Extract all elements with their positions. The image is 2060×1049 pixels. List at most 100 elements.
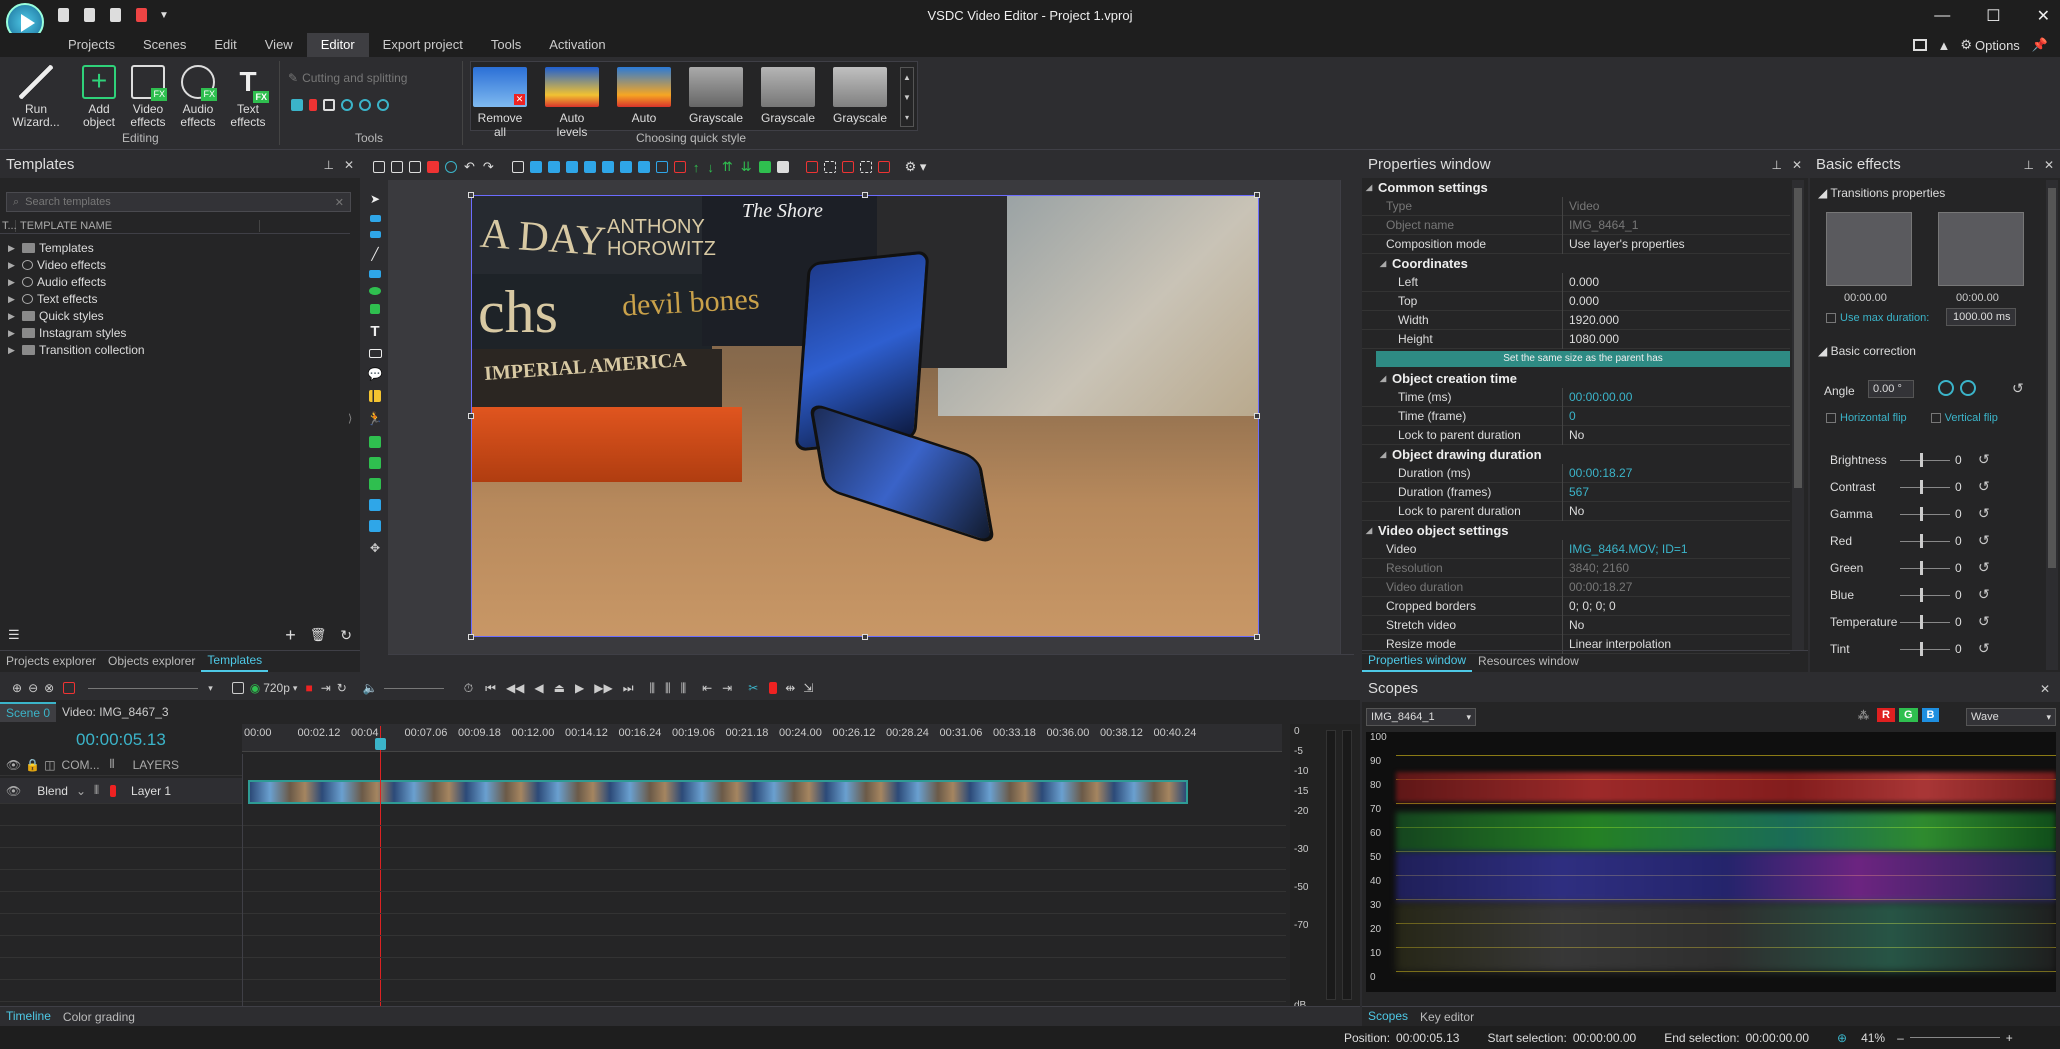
rectangle-select-icon[interactable]: [369, 215, 381, 222]
zoom-slider[interactable]: [1909, 1037, 2000, 1038]
menu-editor[interactable]: Editor: [306, 33, 369, 57]
snap-icon[interactable]: [841, 161, 854, 173]
gamma-slider[interactable]: Gamma 0 ↺: [1820, 504, 1990, 524]
go-end-icon[interactable]: ⏭: [623, 681, 634, 696]
rectangle-icon[interactable]: [369, 270, 381, 278]
subtitles-icon[interactable]: [368, 349, 382, 358]
resolution-dropdown-icon[interactable]: ▾: [293, 683, 298, 694]
zoom-in-icon[interactable]: ⊕: [12, 681, 22, 695]
close-icon[interactable]: ✕: [2044, 158, 2054, 172]
pin-icon[interactable]: ⊥: [2023, 158, 2033, 172]
lock-parent-select-1[interactable]: No: [1562, 425, 1790, 445]
stretch-video-select[interactable]: No: [1562, 615, 1790, 635]
play-icon[interactable]: ▶: [575, 681, 584, 695]
trim-icon[interactable]: ⇹: [785, 681, 795, 695]
resolution-select[interactable]: 720p: [263, 681, 290, 695]
rotate-right-icon[interactable]: [1960, 380, 1976, 396]
send-back-icon[interactable]: ⇊: [741, 159, 752, 175]
tree-item-audio-effects[interactable]: ▶ Audio effects: [4, 274, 344, 291]
video-clip[interactable]: [248, 780, 1188, 804]
transition-in-preview[interactable]: [1826, 212, 1912, 286]
tree-item-instagram-styles[interactable]: ▶ Instagram styles: [4, 325, 344, 342]
section-coordinates[interactable]: Coordinates: [1362, 254, 1790, 273]
clock-icon[interactable]: ⏱: [464, 681, 473, 696]
motion-icon[interactable]: [369, 520, 381, 532]
delete-template-icon[interactable]: 🗑: [310, 627, 327, 643]
top-field[interactable]: 0.000: [1562, 291, 1790, 311]
shape-icon[interactable]: [776, 161, 789, 173]
zoom-to-fit-icon[interactable]: ⊕: [1837, 1031, 1847, 1045]
object-name-field[interactable]: IMG_8464_1: [1562, 215, 1790, 235]
zoom-dropdown-icon[interactable]: ▾: [208, 683, 213, 694]
section-video-object-settings[interactable]: Video object settings: [1362, 521, 1790, 540]
column-type-header[interactable]: T...: [0, 219, 17, 232]
transitions-properties-header[interactable]: ◢ Transitions properties: [1818, 186, 1945, 200]
list-view-icon[interactable]: ☰: [8, 627, 20, 643]
style-auto[interactable]: Auto: [616, 67, 672, 127]
volume-slider[interactable]: [383, 687, 444, 689]
step-back-icon[interactable]: ◀: [534, 681, 543, 695]
move-down-icon[interactable]: ↓: [707, 160, 714, 175]
layout-icon[interactable]: [1913, 39, 1928, 51]
style-grayscale-2[interactable]: Grayscale: [760, 67, 816, 127]
settings-icon[interactable]: ⚙ ▾: [905, 159, 927, 175]
temperature-slider[interactable]: Temperature 0 ↺: [1820, 612, 1990, 632]
scope-mode-select[interactable]: Wave ▾: [1966, 708, 2056, 726]
eye-icon[interactable]: ◉: [250, 681, 260, 695]
split-view-2-icon[interactable]: ⫼: [665, 681, 671, 696]
lock-parent-select-2[interactable]: No: [1562, 501, 1790, 521]
visibility-icon[interactable]: 👁: [6, 758, 21, 772]
line-icon[interactable]: ╱: [371, 247, 378, 261]
tab-scopes[interactable]: Scopes: [1362, 1006, 1415, 1028]
close-icon[interactable]: ✕: [344, 158, 354, 172]
red-slider[interactable]: Red 0 ↺: [1820, 531, 1990, 551]
distribute-icon[interactable]: [637, 161, 650, 173]
tree-item-transition-collection[interactable]: ▶ Transition collection: [4, 342, 344, 359]
zoom-fit-icon[interactable]: ⊗: [44, 681, 54, 695]
group-icon[interactable]: [758, 161, 771, 173]
max-duration-field[interactable]: 1000.00 ms: [1946, 308, 2016, 326]
composition-mode-select[interactable]: Use layer's properties: [1562, 234, 1790, 254]
speed-icon[interactable]: [377, 99, 389, 111]
options-button[interactable]: Options: [1975, 38, 2020, 53]
sprite-icon[interactable]: [369, 231, 381, 238]
search-input[interactable]: Search templates: [25, 196, 111, 208]
cutting-icon[interactable]: ✎: [288, 71, 298, 85]
layer-row[interactable]: 👁 Blend ⌄ ⫴ Layer 1: [0, 778, 242, 804]
tab-resources-window[interactable]: Resources window: [1472, 651, 1585, 671]
audio-effects-button[interactable]: FX Audio effects: [172, 65, 224, 129]
prev-frame-icon[interactable]: ◀◀: [506, 681, 524, 695]
channel-green-button[interactable]: G: [1898, 708, 1918, 722]
bring-front-icon[interactable]: ⇈: [722, 159, 733, 175]
video-icon[interactable]: [369, 478, 381, 490]
horizontal-flip-checkbox[interactable]: [1826, 413, 1836, 423]
repeat-icon[interactable]: ↻: [337, 681, 347, 695]
move-up-icon[interactable]: ↑: [693, 160, 700, 175]
delete-icon[interactable]: [427, 161, 439, 173]
style-remove-all[interactable]: ✕ Remove all: [472, 67, 528, 139]
rotate-left-icon[interactable]: [1938, 380, 1954, 396]
run-wizard-button[interactable]: Run Wizard...: [10, 65, 62, 129]
video-source-field[interactable]: IMG_8464.MOV; ID=1: [1562, 539, 1790, 559]
align-center-icon[interactable]: [547, 161, 560, 173]
preview-vertical-scrollbar[interactable]: [1340, 180, 1354, 654]
go-start-icon[interactable]: ⏮: [485, 681, 496, 696]
image-icon[interactable]: [369, 436, 381, 448]
timeline-zoom-slider[interactable]: [88, 687, 199, 689]
zoom-in-icon[interactable]: +: [2006, 1031, 2013, 1045]
frame-icon[interactable]: [511, 161, 524, 173]
angle-field[interactable]: 0.00 °: [1868, 380, 1914, 398]
close-icon[interactable]: ✕: [2040, 676, 2050, 702]
section-common-settings[interactable]: Common settings: [1362, 178, 1790, 197]
mask-icon[interactable]: [805, 161, 818, 173]
audio-icon[interactable]: [369, 457, 381, 469]
add-object-button[interactable]: + Add object: [73, 65, 125, 129]
tab-projects-explorer[interactable]: Projects explorer: [0, 651, 102, 671]
layer-visibility-icon[interactable]: 👁: [6, 784, 21, 798]
layer-audio-icon[interactable]: ⫴: [94, 783, 99, 798]
monitor-icon[interactable]: [231, 682, 244, 694]
record-icon[interactable]: ■: [305, 681, 312, 695]
pin-icon[interactable]: 📌: [2032, 37, 2048, 53]
same-size-as-parent-button[interactable]: Set the same size as the parent has: [1376, 351, 1790, 367]
video-preview[interactable]: A DAY ANTHONY HOROWITZ devil bones IMPER…: [471, 195, 1259, 637]
